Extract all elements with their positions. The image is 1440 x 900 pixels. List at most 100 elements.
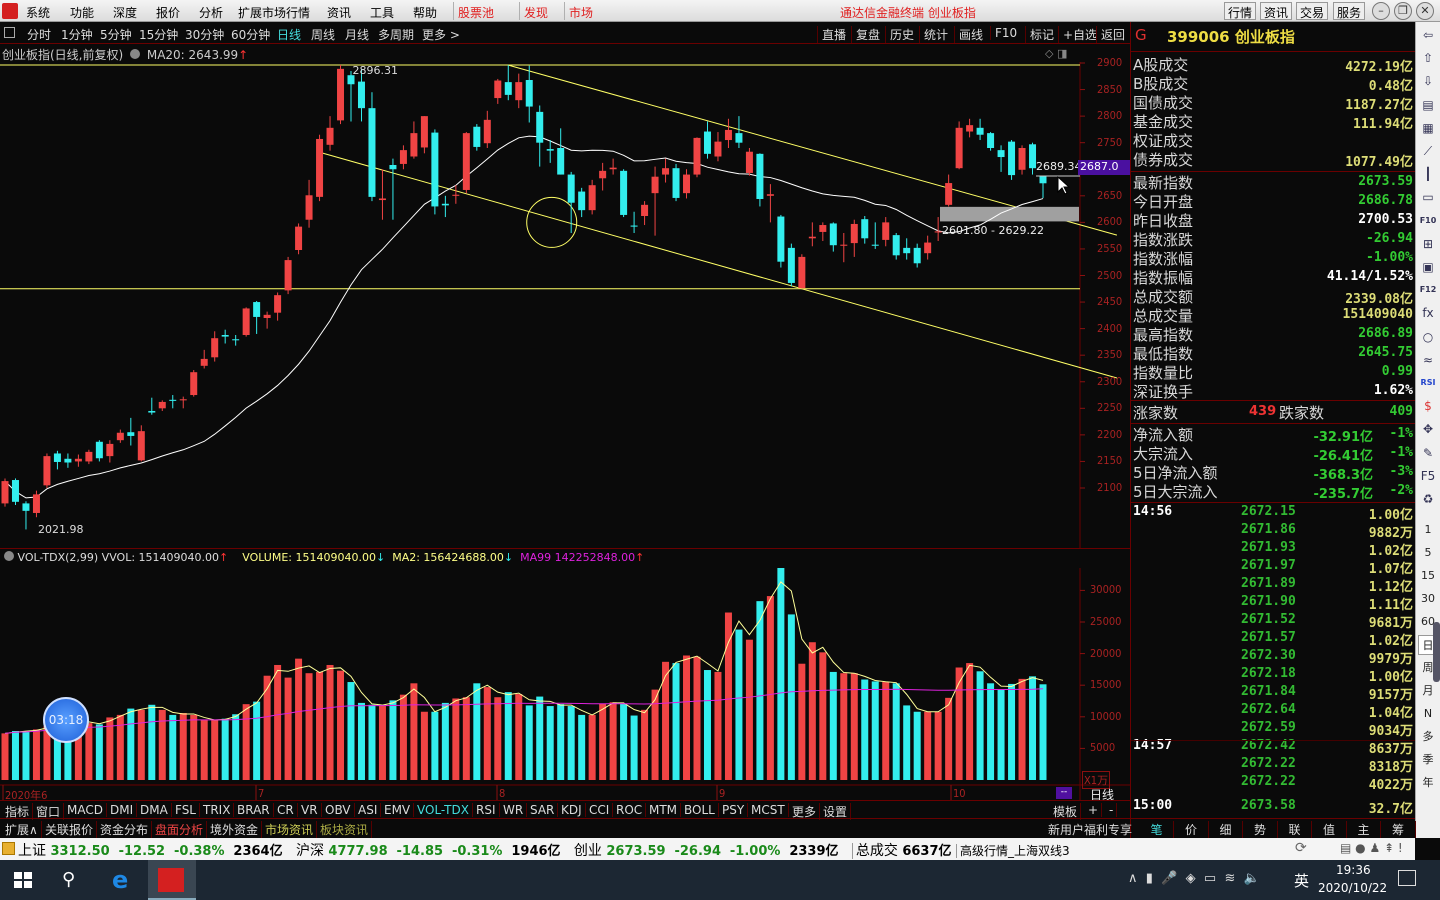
volume-bar[interactable] [641, 709, 649, 780]
volume-bar[interactable] [11, 731, 19, 780]
menu-5[interactable]: 扩展市场行情 [238, 4, 310, 21]
period-tab-5[interactable]: 60分钟 [231, 26, 270, 43]
candle[interactable] [1008, 140, 1016, 180]
candle[interactable] [945, 174, 953, 207]
volume-bar[interactable] [913, 711, 921, 780]
candle[interactable] [683, 169, 691, 199]
sidebar-period-0[interactable]: 1 [1418, 520, 1438, 540]
period-tab-3[interactable]: 15分钟 [139, 26, 178, 43]
candle[interactable] [1029, 142, 1037, 175]
candle[interactable] [798, 254, 806, 289]
volume-bar[interactable] [85, 723, 93, 780]
candle[interactable] [22, 501, 30, 530]
f5-icon[interactable]: F5 [1418, 466, 1438, 486]
volume-bar[interactable] [662, 661, 670, 780]
f10-icon[interactable]: F10 [1418, 211, 1438, 231]
menu-6[interactable]: 资讯 [327, 4, 351, 21]
volume-bar[interactable] [609, 702, 617, 780]
volume-bar[interactable] [1029, 676, 1037, 780]
volume-bar[interactable] [976, 671, 984, 780]
top-button-1[interactable]: 资讯 [1260, 2, 1293, 20]
indicator-tab-2[interactable]: MACD [64, 803, 107, 817]
volume-bar[interactable] [368, 704, 376, 780]
circle-icon[interactable]: ○ [1418, 327, 1438, 347]
candle[interactable] [305, 179, 313, 228]
volume-bar[interactable] [316, 671, 324, 780]
sidebar-period-10[interactable]: 季 [1418, 750, 1438, 770]
volume-bar[interactable] [295, 658, 303, 780]
indicator-tab-23[interactable]: MCST [748, 803, 789, 817]
sidebar-scrollbar[interactable] [1433, 622, 1440, 682]
volume-bar[interactable] [588, 714, 596, 780]
candle[interactable] [190, 370, 198, 397]
volume-bar[interactable] [829, 671, 837, 780]
report-icon[interactable]: ▤ [1418, 95, 1438, 115]
diamond-icon[interactable]: ◇ [1045, 47, 1053, 60]
volume-bar[interactable] [452, 698, 460, 780]
layout-icon[interactable]: ◨ [1057, 47, 1067, 60]
volume-bar[interactable] [745, 639, 753, 780]
detail-tab-4[interactable]: 联 [1278, 821, 1312, 838]
panel-toggle-icon[interactable] [4, 27, 15, 38]
candle[interactable] [137, 425, 145, 462]
indicator-tab-9[interactable]: VR [298, 803, 322, 817]
volume-bar[interactable] [861, 679, 869, 780]
menu-1[interactable]: 功能 [70, 4, 94, 21]
volume-bar[interactable] [211, 719, 219, 780]
candle[interactable] [106, 440, 114, 463]
candle[interactable] [64, 453, 72, 468]
ext-tab-6[interactable]: 板块资讯 [317, 821, 373, 838]
candle[interactable] [200, 349, 208, 369]
candle[interactable] [808, 222, 816, 247]
ext-tab-4[interactable]: 境外资金 [207, 821, 263, 838]
candle[interactable] [232, 335, 240, 346]
table-icon[interactable]: ▦ [1418, 118, 1438, 138]
candle[interactable] [410, 121, 418, 159]
period-tab-10[interactable]: 更多 > [422, 26, 460, 43]
period-tab-2[interactable]: 5分钟 [100, 26, 132, 43]
candle[interactable] [861, 216, 869, 244]
indicator-tab-3[interactable]: DMI [107, 803, 138, 817]
volume-bar[interactable] [819, 652, 827, 780]
menu-special-0[interactable]: 股票池 [458, 4, 494, 21]
volume-bar[interactable] [693, 656, 701, 780]
period-tab-1[interactable]: 1分钟 [61, 26, 93, 43]
volume-bar[interactable] [735, 629, 743, 780]
candle[interactable] [829, 222, 837, 252]
volume-bar[interactable] [378, 705, 386, 780]
indicator-tab-14[interactable]: RSI [473, 803, 500, 817]
candle[interactable] [777, 214, 785, 268]
menu-0[interactable]: 系统 [26, 4, 50, 21]
candle[interactable] [316, 134, 324, 202]
indicator-tab-6[interactable]: TRIX [200, 803, 235, 817]
volume-bar[interactable] [997, 688, 1005, 780]
volume-bar[interactable] [557, 704, 565, 780]
action-button-4[interactable]: 画线 [954, 26, 983, 43]
ext-tab-1[interactable]: 关联报价 [42, 821, 98, 838]
candle[interactable] [641, 201, 649, 226]
candles-icon[interactable]: ┃ [1418, 164, 1438, 184]
candle[interactable] [924, 235, 932, 260]
f12-icon[interactable]: F12 [1418, 280, 1438, 300]
volume-bar[interactable] [410, 683, 418, 780]
indicator-tab-8[interactable]: CR [274, 803, 298, 817]
volume-bar[interactable] [599, 703, 607, 780]
action-button-2[interactable]: 历史 [885, 26, 914, 43]
candle[interactable] [116, 429, 124, 443]
candle[interactable] [588, 179, 596, 215]
indicator-tab-18[interactable]: CCI [586, 803, 614, 817]
volume-bar[interactable] [148, 704, 156, 780]
menu-special-2[interactable]: 市场 [569, 4, 593, 21]
candle[interactable] [871, 222, 879, 249]
volume-bar[interactable] [703, 670, 711, 780]
candle[interactable] [976, 118, 984, 141]
top-button-3[interactable]: 服务 [1333, 2, 1366, 20]
candle[interactable] [557, 128, 565, 175]
menu-8[interactable]: 帮助 [413, 4, 437, 21]
candle[interactable] [326, 116, 334, 151]
detail-tab-2[interactable]: 细 [1209, 821, 1243, 838]
candle[interactable] [955, 121, 963, 170]
period-tab-7[interactable]: 周线 [311, 26, 335, 43]
candle[interactable] [1018, 145, 1026, 175]
notebook-icon[interactable]: ▣ [1418, 257, 1438, 277]
